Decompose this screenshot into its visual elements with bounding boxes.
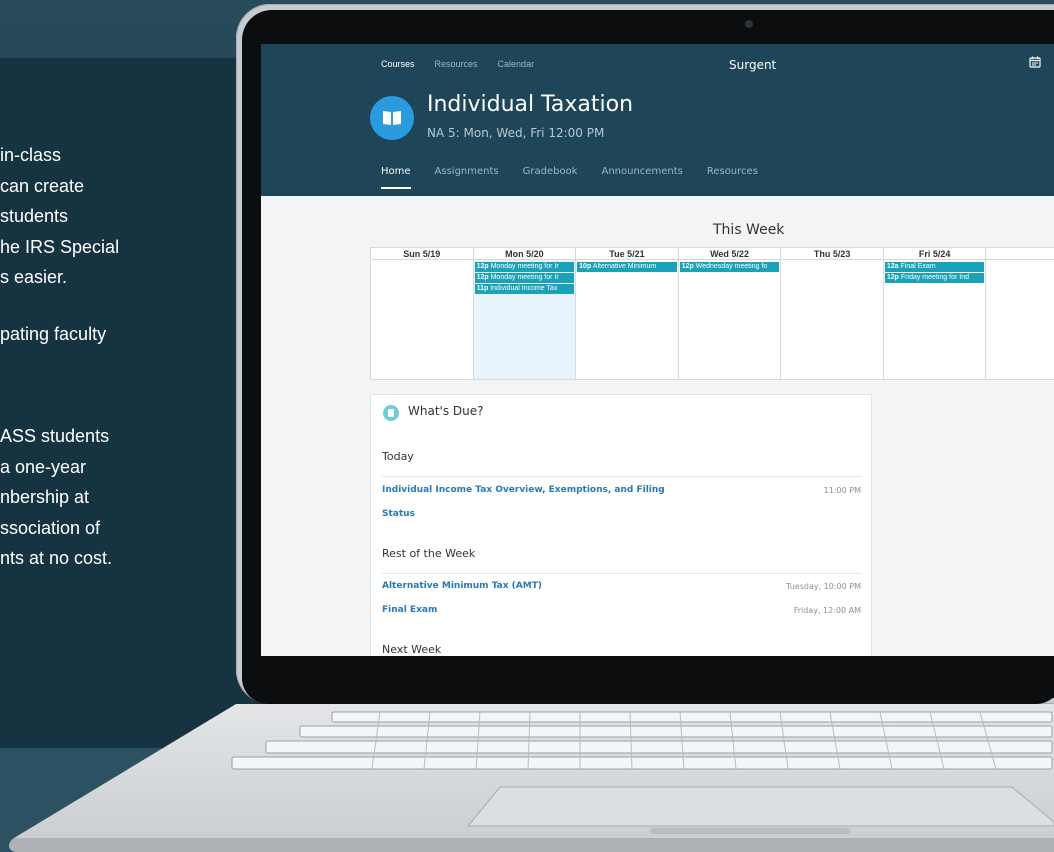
- calendar-event[interactable]: 12a Final Exam: [884, 262, 985, 272]
- week-heading: This Week: [713, 222, 785, 238]
- day-label: Fri 5/24: [883, 248, 986, 260]
- day-column[interactable]: Fri 5/24 12a Final Exam 12p Friday meeti…: [883, 248, 987, 379]
- brand-name: Surgent: [729, 58, 777, 72]
- day-column[interactable]: Sun 5/19: [371, 248, 474, 379]
- copy-line: a one-year: [0, 456, 87, 477]
- calendar-event[interactable]: 12p Wednesday meeting fo: [679, 262, 780, 272]
- divider: [382, 476, 862, 477]
- copy-line: students: [0, 206, 69, 226]
- book-icon: [370, 96, 414, 140]
- laptop-screen: Courses Resources Calendar Surgent Indiv…: [261, 44, 1054, 656]
- day-label: Mon 5/20: [473, 248, 576, 260]
- section-next-week: Next Week: [382, 643, 442, 656]
- course-title: Individual Taxation: [427, 92, 634, 117]
- tab-announcements[interactable]: Announcements: [602, 166, 683, 189]
- tab-assignments[interactable]: Assignments: [435, 166, 499, 189]
- copy-line: nts at no cost.: [0, 548, 113, 568]
- copy-line: nbership at: [0, 487, 90, 507]
- top-nav: Courses Resources Calendar: [381, 59, 534, 69]
- calendar-icon[interactable]: [1029, 56, 1041, 68]
- day-column[interactable]: [986, 248, 1054, 379]
- assignment-icon: [383, 405, 399, 421]
- calendar-event[interactable]: 12p Monday meeting for Ir: [474, 262, 575, 272]
- laptop-chin: [242, 656, 1054, 704]
- copy-line: ssociation of: [0, 517, 101, 538]
- section-rest-of-week: Rest of the Week: [382, 547, 476, 560]
- calendar-event[interactable]: 10p Alternative Minimum: [577, 262, 677, 272]
- copy-line: s easier.: [0, 267, 68, 287]
- due-item-link[interactable]: Final Exam: [382, 605, 437, 615]
- day-column[interactable]: Wed 5/22 12p Wednesday meeting fo: [678, 248, 782, 379]
- day-label: Tue 5/21: [576, 248, 678, 260]
- due-item-link[interactable]: Alternative Minimum Tax (AMT): [382, 581, 542, 591]
- course-schedule: NA 5: Mon, Wed, Fri 12:00 PM: [427, 126, 605, 140]
- tab-resources[interactable]: Resources: [707, 166, 758, 189]
- day-column[interactable]: Mon 5/20 12p Monday meeting for Ir 12p M…: [473, 248, 577, 379]
- tab-home[interactable]: Home: [381, 166, 411, 189]
- day-label: Sun 5/19: [371, 248, 473, 260]
- app-header: Courses Resources Calendar Surgent Indiv…: [261, 44, 1054, 196]
- webcam-icon: [745, 20, 753, 28]
- section-today: Today: [382, 450, 414, 463]
- copy-line: in-class: [0, 145, 62, 165]
- nav-courses[interactable]: Courses: [381, 59, 415, 69]
- day-label: Wed 5/22: [678, 248, 781, 260]
- due-item-link[interactable]: Status: [382, 509, 415, 519]
- calendar-event[interactable]: 12p Monday meeting for Ir: [474, 273, 575, 283]
- course-tabs: Home Assignments Gradebook Announcements…: [381, 166, 758, 189]
- nav-calendar[interactable]: Calendar: [498, 59, 535, 69]
- copy-line: pating faculty: [0, 323, 107, 344]
- day-label: Thu 5/23: [781, 248, 883, 260]
- bottom-strip: [0, 748, 1054, 852]
- marketing-copy: in-class can create students he IRS Spec…: [0, 140, 270, 574]
- due-time: Friday, 12:00 AM: [793, 606, 861, 615]
- day-column[interactable]: Tue 5/21 10p Alternative Minimum: [576, 248, 679, 379]
- whats-due-card: What's Due? Today Individual Income Tax …: [370, 394, 872, 656]
- copy-line: he IRS Special: [0, 236, 120, 257]
- nav-resources[interactable]: Resources: [435, 59, 478, 69]
- due-time: 11:00 PM: [823, 486, 861, 495]
- due-time: Tuesday, 10:00 PM: [786, 582, 861, 591]
- due-item-link[interactable]: Individual Income Tax Overview, Exemptio…: [382, 485, 665, 495]
- day-column[interactable]: Thu 5/23: [781, 248, 884, 379]
- tab-gradebook[interactable]: Gradebook: [523, 166, 578, 189]
- calendar-event[interactable]: 12p Friday meeting for Ind: [884, 273, 985, 283]
- calendar-event[interactable]: 11p Individual Income Tax: [474, 284, 575, 294]
- copy-line: can create: [0, 175, 85, 196]
- divider: [382, 573, 862, 574]
- week-calendar: Sun 5/19 Mon 5/20 12p Monday meeting for…: [370, 247, 1054, 380]
- copy-line: ASS students: [0, 426, 110, 446]
- whats-due-title: What's Due?: [408, 404, 484, 418]
- day-label: [986, 248, 1054, 260]
